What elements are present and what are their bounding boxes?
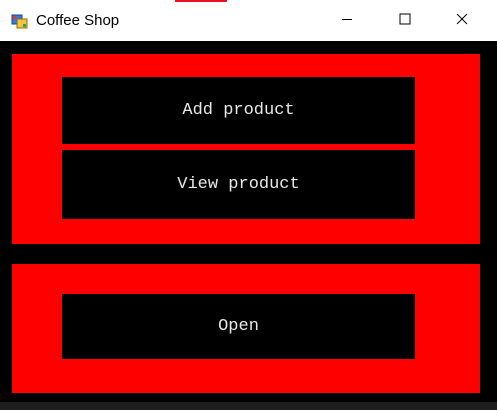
close-icon [456,12,468,30]
app-window: Coffee Shop Add product View product Ope… [0,0,497,410]
view-product-button[interactable]: View product [62,150,415,219]
window-title: Coffee Shop [36,12,120,29]
maximize-button[interactable] [382,0,428,41]
products-panel: Add product View product [12,54,480,244]
open-button[interactable]: Open [62,294,415,359]
maximize-icon [399,12,411,30]
app-window-icon[interactable] [11,12,29,30]
title-bar-accent [175,0,227,2]
minimize-icon [341,12,353,30]
form-client-area: Add product View product Open [0,41,497,410]
title-bar[interactable]: Coffee Shop [0,0,497,41]
open-panel: Open [12,264,480,393]
background-strip [0,402,497,410]
close-button[interactable] [439,0,485,41]
add-product-button[interactable]: Add product [62,77,415,144]
minimize-button[interactable] [324,0,370,41]
